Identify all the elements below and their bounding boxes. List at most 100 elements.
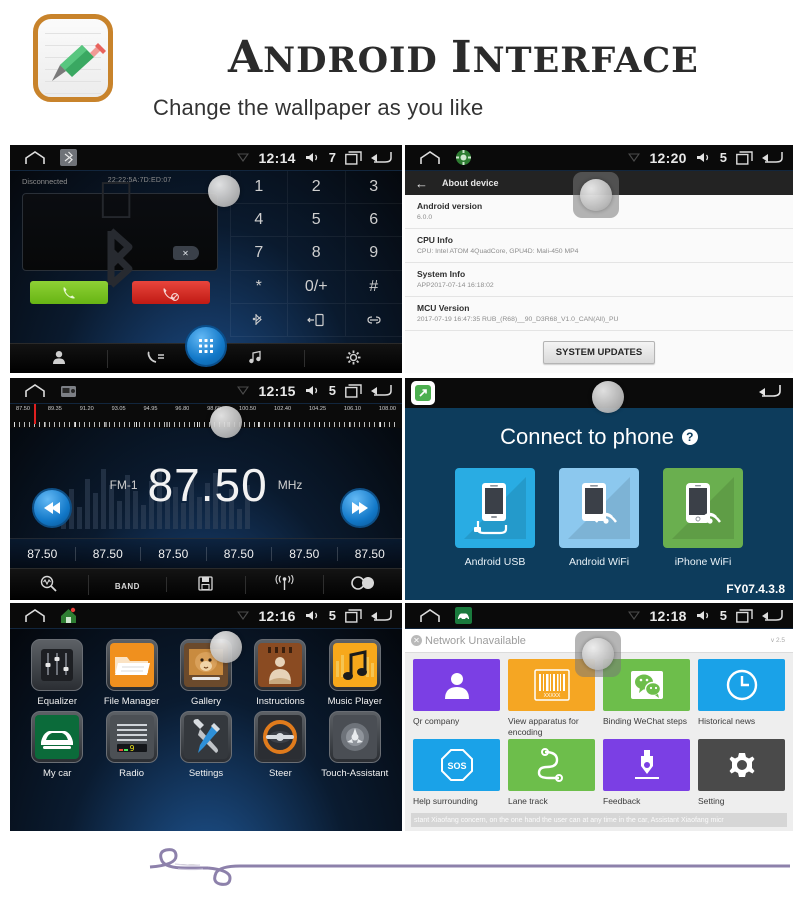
firmware-version: FY07.4.3.8	[726, 582, 785, 596]
app-label: Touch-Assistant	[321, 768, 389, 779]
recents-icon[interactable]	[736, 608, 753, 623]
recents-icon[interactable]	[345, 608, 362, 623]
back-icon[interactable]	[371, 608, 392, 623]
app-equalizer[interactable]: Equalizer	[22, 639, 92, 707]
status-bar-bluetooth: 12:14 7	[10, 145, 402, 171]
app-settings[interactable]: Settings	[171, 711, 241, 779]
network-status-text: Network Unavailable	[425, 634, 526, 647]
key-4[interactable]: 4	[229, 204, 288, 238]
volume-icon[interactable]	[696, 610, 711, 621]
xf-tile-qr-company[interactable]: Qr company	[413, 659, 500, 737]
volume-icon[interactable]	[305, 385, 320, 396]
home-icon[interactable]	[419, 608, 441, 623]
scale-label: 96.80	[175, 406, 190, 412]
back-icon[interactable]	[371, 383, 392, 398]
key-3[interactable]: 3	[344, 171, 402, 205]
recents-icon[interactable]	[345, 383, 362, 398]
back-icon[interactable]	[762, 608, 783, 623]
xiaofang-app-icon[interactable]	[455, 607, 472, 624]
app-touch-assistant[interactable]: Touch-Assistant	[320, 711, 390, 779]
app-version: v 2.5	[770, 637, 785, 644]
close-icon[interactable]: ✕	[411, 635, 422, 646]
key-9[interactable]: 9	[344, 237, 402, 271]
forward-icon[interactable]	[340, 488, 380, 528]
key-hash[interactable]: #	[344, 270, 402, 304]
preset-1[interactable]: 87.50	[10, 546, 76, 561]
xf-tile-lane-track[interactable]: Lane track	[508, 739, 595, 807]
wrench-screwdriver-icon	[179, 711, 232, 763]
scale-label: 100.50	[239, 406, 257, 412]
key-5[interactable]: 5	[287, 204, 345, 238]
recents-icon[interactable]	[736, 150, 753, 165]
xf-tile-historical-news[interactable]: Historical news	[698, 659, 785, 737]
app-instructions[interactable]: Instructions	[245, 639, 315, 707]
band-button[interactable]: BAND	[89, 577, 168, 592]
title-android: NDROID	[263, 40, 451, 81]
home-icon[interactable]	[24, 383, 46, 398]
xf-tile-help-surrounding[interactable]: SOS Help surrounding	[413, 739, 500, 807]
recents-icon[interactable]	[345, 150, 362, 165]
key-zero[interactable]: 0/+	[287, 270, 345, 304]
app-music-player[interactable]: Music Player	[320, 639, 390, 707]
settings-app-icon[interactable]	[455, 149, 472, 166]
about-device-title: About device	[442, 178, 499, 188]
sos-icon: SOS	[413, 739, 500, 792]
mirror-link-app-icon[interactable]	[411, 381, 435, 405]
help-icon[interactable]: ?	[681, 429, 698, 445]
xf-tile-label: Historical news	[698, 716, 756, 726]
link-icon[interactable]	[344, 303, 402, 337]
key-6[interactable]: 6	[344, 204, 402, 238]
app-label: File Manager	[103, 696, 160, 707]
contacts-icon[interactable]	[10, 349, 109, 368]
hangup-button[interactable]	[132, 281, 210, 304]
steering-wheel-icon	[254, 711, 307, 763]
rds-icon[interactable]	[246, 574, 325, 594]
key-8[interactable]: 8	[287, 237, 345, 271]
app-steer[interactable]: Steer	[245, 711, 315, 779]
home-icon[interactable]	[24, 608, 46, 623]
connect-tile-iphone-wifi[interactable]: iPhone WiFi	[663, 468, 743, 568]
home-icon[interactable]	[419, 150, 441, 165]
save-icon[interactable]	[167, 575, 246, 594]
status-time: 12:15	[258, 382, 296, 399]
volume-icon[interactable]	[696, 152, 711, 163]
back-arrow-button[interactable]: ←	[415, 176, 428, 191]
backspace-button[interactable]: ✕	[172, 246, 199, 260]
volume-level: 5	[328, 383, 336, 398]
dialpad-icon[interactable]	[185, 325, 227, 367]
bluetooth-toggle-icon[interactable]	[229, 303, 288, 337]
app-my-car[interactable]: My car	[22, 711, 92, 779]
transfer-audio-icon[interactable]	[287, 303, 345, 337]
volume-icon[interactable]	[305, 610, 320, 621]
system-updates-button[interactable]: SYSTEM UPDATES	[542, 341, 656, 364]
connect-tile-android-usb[interactable]: Android USB	[455, 468, 535, 568]
preset-5[interactable]: 87.50	[272, 546, 338, 561]
radio-frequency-scale[interactable]: 87.50 89.35 91.20 93.05 94.95 96.80 98.6…	[10, 404, 402, 428]
scan-icon[interactable]	[10, 574, 89, 595]
launcher-app-icon[interactable]	[60, 607, 77, 624]
xf-tile-feedback[interactable]: Feedback	[603, 739, 690, 807]
bluetooth-app-icon[interactable]	[60, 149, 77, 166]
xf-tile-setting[interactable]: Setting	[698, 739, 785, 807]
preset-2[interactable]: 87.50	[76, 546, 141, 561]
key-star[interactable]: *	[229, 270, 288, 304]
preset-4[interactable]: 87.50	[207, 546, 272, 561]
rewind-icon[interactable]	[32, 488, 72, 528]
app-file-manager[interactable]: File Manager	[96, 639, 166, 707]
call-button[interactable]	[30, 281, 108, 304]
app-radio[interactable]: 9 Radio	[96, 711, 166, 779]
preset-3[interactable]: 87.50	[141, 546, 207, 561]
key-7[interactable]: 7	[229, 237, 288, 271]
back-icon[interactable]	[371, 150, 392, 165]
home-icon[interactable]	[24, 150, 46, 165]
settings-icon[interactable]	[305, 350, 402, 368]
dial-number-input[interactable]:  ✕	[22, 175, 218, 288]
preset-6[interactable]: 87.50	[338, 547, 403, 561]
key-2[interactable]: 2	[287, 171, 345, 205]
stereo-icon[interactable]	[324, 576, 402, 593]
connect-tile-android-wifi[interactable]: Android WiFi	[559, 468, 639, 568]
back-icon[interactable]	[759, 383, 781, 404]
volume-icon[interactable]	[305, 152, 320, 163]
back-icon[interactable]	[762, 150, 783, 165]
radio-app-icon[interactable]	[60, 382, 77, 399]
